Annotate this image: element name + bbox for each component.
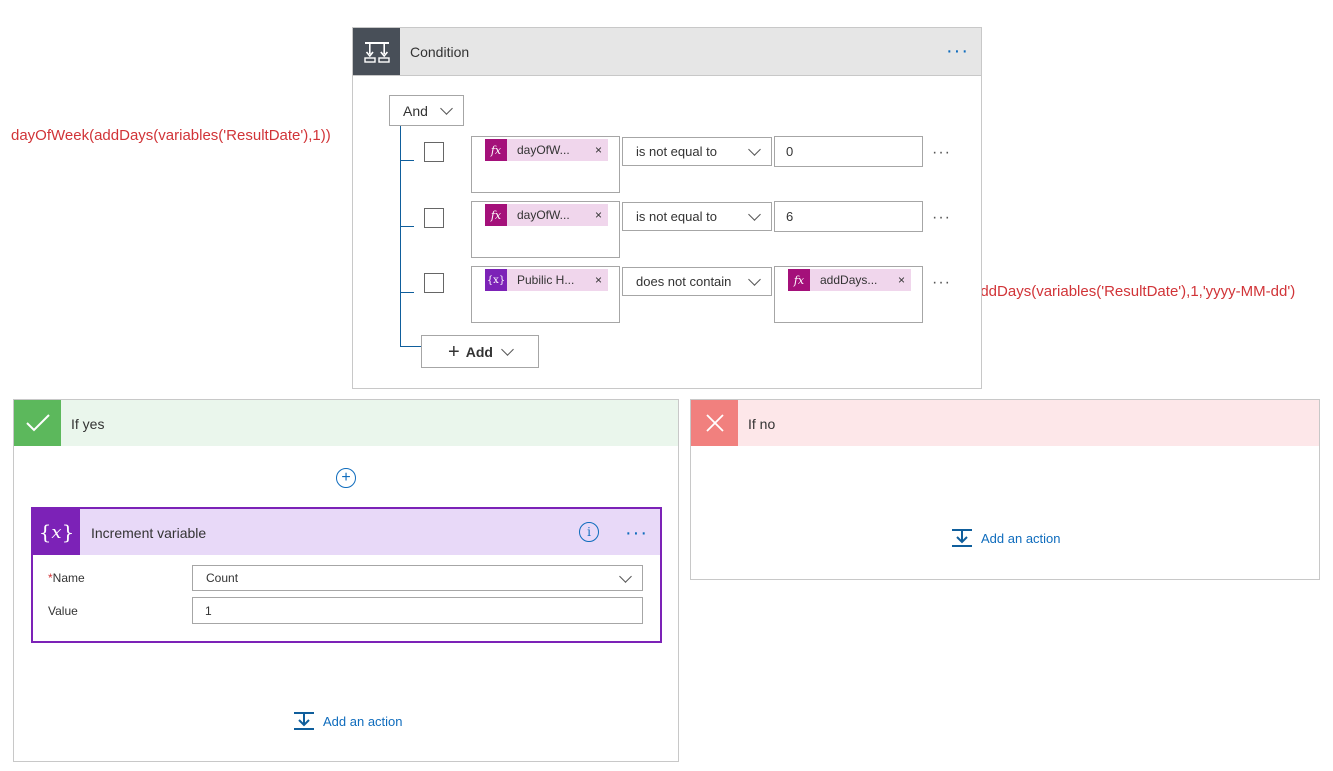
row-2-operator-label: is not equal to: [636, 209, 717, 224]
row-1-value-input[interactable]: 0: [774, 136, 923, 167]
tree-branch-3: [400, 292, 414, 293]
group-operator-dropdown[interactable]: And: [389, 95, 464, 126]
fx-icon: fx: [485, 139, 507, 161]
chevron-down-icon: [748, 273, 761, 286]
increment-variable-card: {x} Increment variable i ··· *Name Count…: [31, 507, 662, 643]
row-1-operator-label: is not equal to: [636, 144, 717, 159]
row-3-value-token-label: addDays...: [820, 273, 878, 287]
row-2-value-input[interactable]: 6: [774, 201, 923, 232]
condition-header[interactable]: Condition ···: [352, 27, 982, 76]
condition-icon: [353, 28, 400, 75]
check-icon: [14, 400, 61, 446]
info-icon[interactable]: i: [579, 522, 599, 542]
row-3-more-icon[interactable]: ···: [932, 275, 951, 291]
value-field-label: Value: [48, 604, 78, 618]
token-remove-icon[interactable]: ×: [595, 208, 602, 222]
fx-icon: fx: [788, 269, 810, 291]
name-dropdown[interactable]: Count: [192, 565, 643, 591]
if-yes-add-action-label: Add an action: [323, 713, 403, 729]
plus-icon: +: [448, 340, 460, 363]
row-1-left-operand[interactable]: fx dayOfW... ×: [471, 136, 620, 193]
annotation-right: addDays(variables('ResultDate'),1,'yyyy-…: [972, 283, 1296, 300]
row-1-token-label: dayOfW...: [517, 143, 570, 157]
row-1-operator-dropdown[interactable]: is not equal to: [622, 137, 772, 166]
row-2-token-label: dayOfW...: [517, 208, 570, 222]
add-action-icon: [952, 529, 972, 547]
variable-icon: {x}: [33, 509, 80, 555]
row-2-value: 6: [786, 209, 794, 224]
value-input[interactable]: 1: [192, 597, 643, 624]
chevron-down-icon: [619, 569, 632, 583]
condition-title: Condition: [410, 44, 470, 60]
insert-step-icon[interactable]: +: [336, 468, 356, 488]
row-3-value-token[interactable]: fx addDays... ×: [788, 269, 911, 291]
add-condition-label: Add: [465, 343, 493, 360]
token-remove-icon[interactable]: ×: [898, 273, 905, 287]
row-2-operator-dropdown[interactable]: is not equal to: [622, 202, 772, 231]
row-3-checkbox[interactable]: [424, 273, 444, 293]
increment-more-icon[interactable]: ···: [625, 523, 648, 543]
chevron-down-icon: [440, 102, 453, 115]
add-condition-button[interactable]: + Add: [421, 335, 539, 368]
add-action-icon: [294, 712, 314, 730]
token-remove-icon[interactable]: ×: [595, 273, 602, 287]
if-yes-title: If yes: [71, 416, 105, 432]
row-3-operator-dropdown[interactable]: does not contain: [622, 267, 772, 296]
chevron-down-icon: [748, 208, 761, 221]
name-field-label: *Name: [48, 571, 85, 585]
value-value: 1: [205, 603, 212, 618]
chevron-down-icon: [748, 143, 761, 156]
condition-more-icon[interactable]: ···: [946, 41, 969, 61]
chevron-down-icon: [501, 343, 514, 356]
if-no-add-action-label: Add an action: [981, 530, 1061, 546]
row-2-more-icon[interactable]: ···: [932, 210, 951, 226]
group-operator-label: And: [403, 102, 428, 119]
row-2-token[interactable]: fx dayOfW... ×: [485, 204, 608, 226]
row-1-checkbox[interactable]: [424, 142, 444, 162]
variable-icon: {x}: [485, 269, 507, 291]
row-3-value-input[interactable]: fx addDays... ×: [774, 266, 923, 323]
row-3-operator-label: does not contain: [636, 274, 732, 289]
row-3-token-label: Pubilic H...: [517, 273, 575, 287]
row-3-left-operand[interactable]: {x} Pubilic H... ×: [471, 266, 620, 323]
if-no-add-action-button[interactable]: Add an action: [951, 528, 1061, 548]
row-3-token[interactable]: {x} Pubilic H... ×: [485, 269, 608, 291]
row-1-token[interactable]: fx dayOfW... ×: [485, 139, 608, 161]
token-remove-icon[interactable]: ×: [595, 143, 602, 157]
row-1-more-icon[interactable]: ···: [932, 145, 951, 161]
tree-branch-2: [400, 226, 414, 227]
if-yes-header[interactable]: If yes: [14, 400, 678, 446]
annotation-left: dayOfWeek(addDays(variables('ResultDate'…: [11, 127, 331, 144]
if-no-header[interactable]: If no: [691, 400, 1319, 446]
increment-variable-header[interactable]: {x} Increment variable i ···: [33, 509, 660, 555]
if-no-title: If no: [748, 416, 776, 432]
row-2-left-operand[interactable]: fx dayOfW... ×: [471, 201, 620, 258]
if-yes-add-action-button[interactable]: Add an action: [293, 711, 403, 731]
row-1-value: 0: [786, 144, 794, 159]
increment-variable-title: Increment variable: [91, 525, 207, 541]
tree-branch-add: [400, 346, 422, 347]
fx-icon: fx: [485, 204, 507, 226]
row-2-checkbox[interactable]: [424, 208, 444, 228]
tree-branch-1: [400, 160, 414, 161]
close-icon: [691, 400, 738, 446]
name-value: Count: [206, 571, 239, 585]
